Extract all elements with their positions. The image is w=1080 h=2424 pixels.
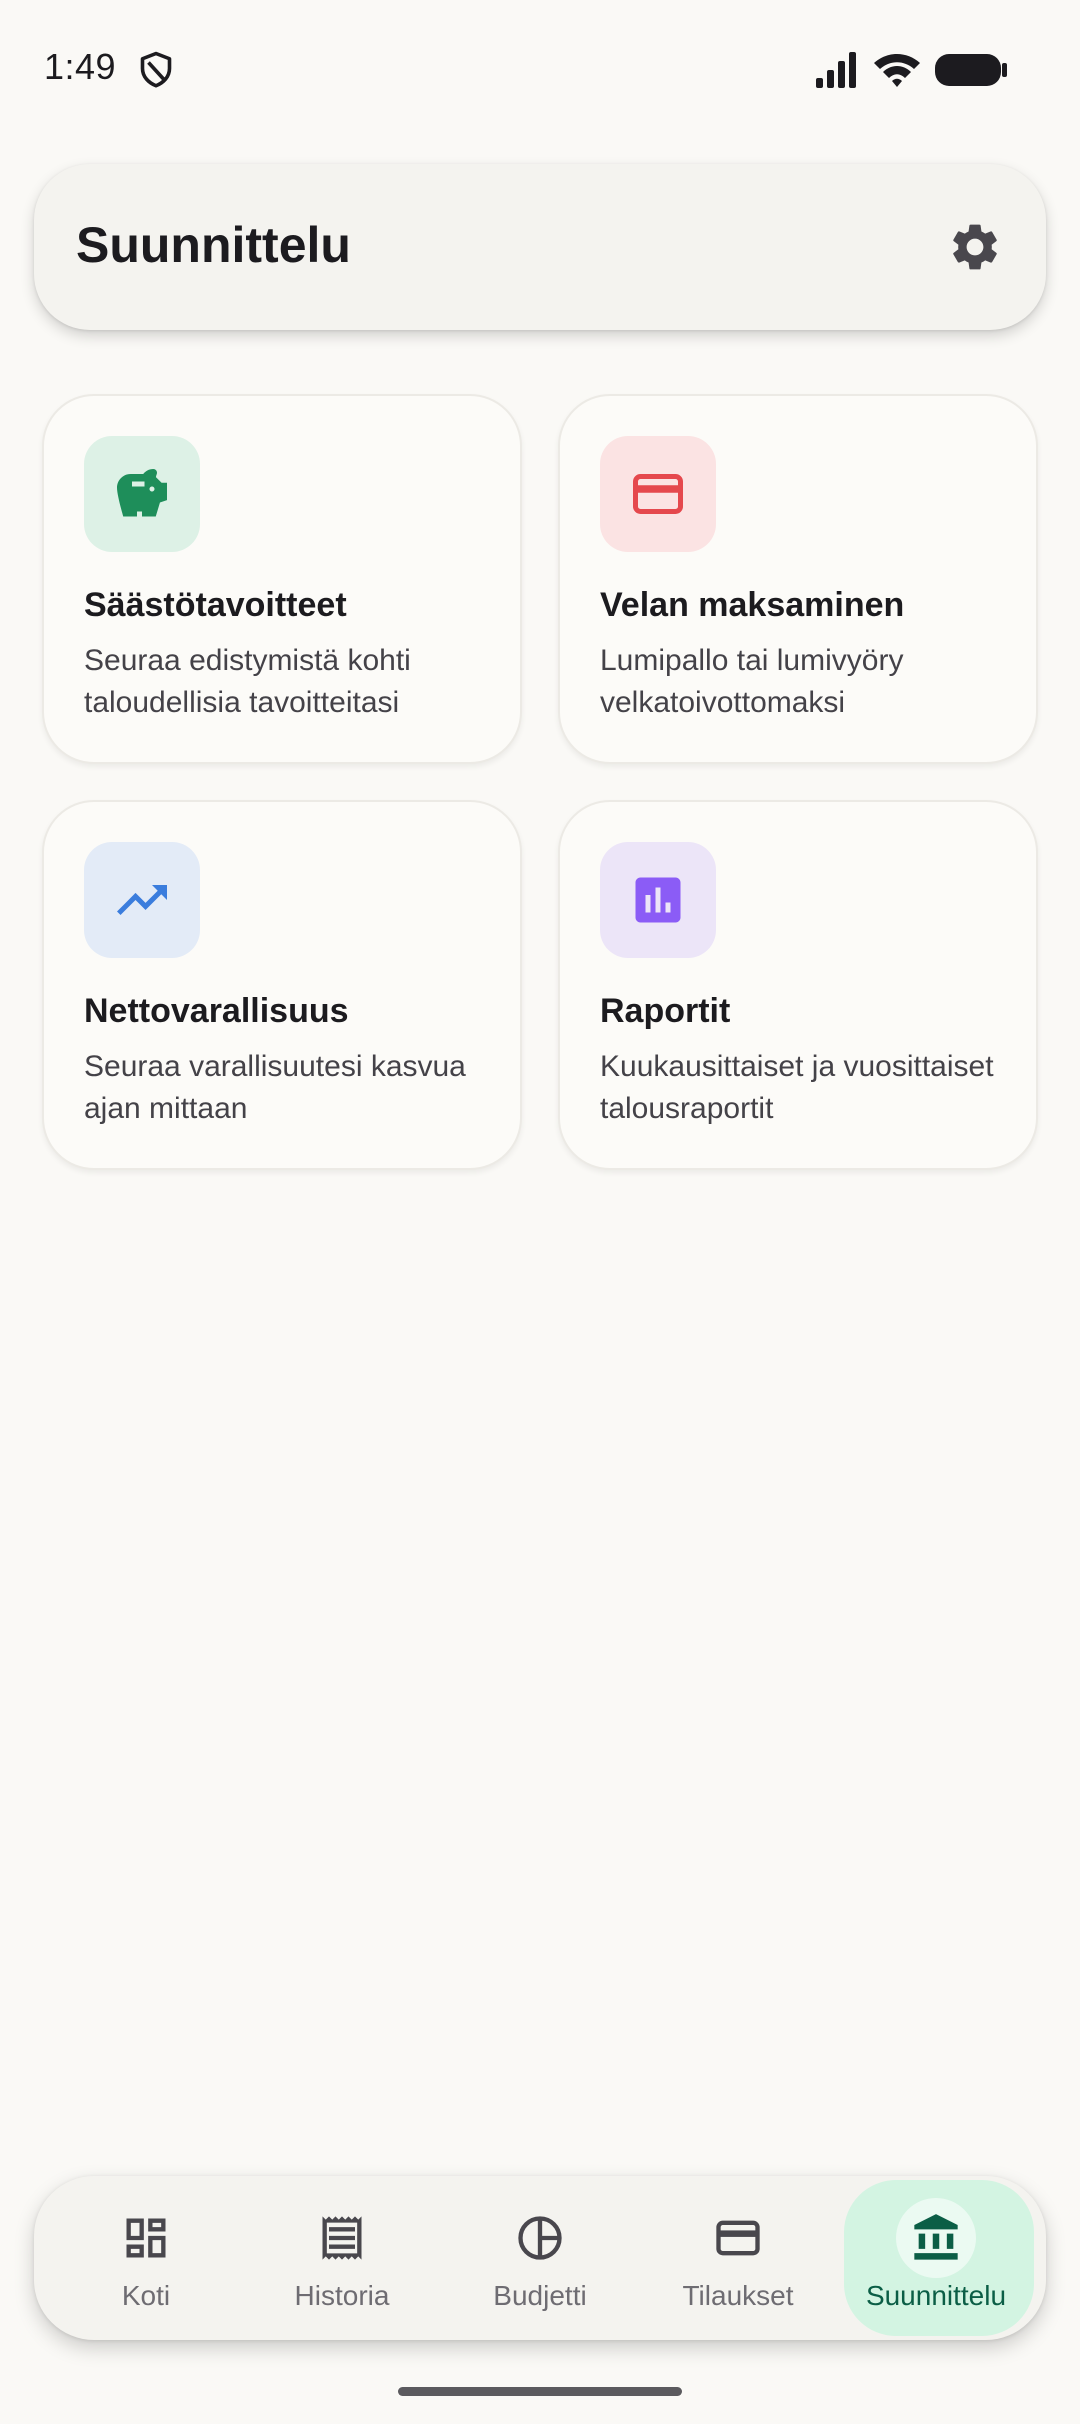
reports-card[interactable]: Raportit Kuukausittaiset ja vuosittaiset… (558, 800, 1038, 1170)
card-title: Raportit (600, 992, 731, 1030)
battery-icon (935, 54, 1007, 86)
status-time: 1:49 (44, 46, 117, 87)
nav-item-tilaukset[interactable]: Tilaukset (640, 2176, 836, 2340)
bar-chart-icon (635, 877, 681, 923)
nav-item-historia[interactable]: Historia (244, 2176, 440, 2340)
nav-item-budjetti[interactable]: Budjetti (442, 2176, 638, 2340)
card-title: Säästötavoitteet (84, 586, 347, 624)
debt-payoff-card[interactable]: Velan maksaminen Lumipallo tai lumivyöry… (558, 394, 1038, 764)
dashboard-icon (126, 2218, 166, 2258)
nav-item-suunnittelu[interactable]: Suunnittelu (838, 2176, 1034, 2340)
nav-label: Tilaukset (682, 2280, 794, 2311)
nav-label: Budjetti (493, 2280, 587, 2311)
status-bar: 1:49 (0, 0, 1080, 140)
card-description: Seuraa edistymistä kohti taloudellisia t… (84, 644, 411, 719)
bank-icon (914, 2214, 958, 2260)
nav-item-koti[interactable]: Koti (48, 2176, 244, 2340)
credit-card-icon (633, 474, 683, 514)
nav-label: Koti (121, 2280, 171, 2311)
bottom-navigation: Koti Historia Budjetti Tilaukset Suunnit… (34, 2176, 1046, 2340)
cell-signal-icon (816, 52, 856, 88)
shield-icon (140, 51, 172, 88)
card-title: Velan maksaminen (600, 586, 905, 624)
nav-label: Suunnittelu (865, 2280, 1007, 2311)
credit-card-icon (716, 2220, 760, 2256)
debt-icon-box (600, 436, 716, 552)
pie-chart-icon (518, 2216, 562, 2260)
page-title: Suunnittelu (76, 217, 351, 273)
gear-icon (953, 224, 997, 270)
net-worth-card[interactable]: Nettovarallisuus Seuraa varallisuutesi k… (42, 800, 522, 1170)
card-description: Lumipallo tai lumivyöry velkatoivottomak… (600, 644, 904, 719)
top-app-bar: Suunnittelu (34, 164, 1046, 330)
savings-goals-card[interactable]: Säästötavoitteet Seuraa edistymistä koht… (42, 394, 522, 764)
trending-up-icon (117, 885, 167, 915)
wifi-icon (874, 54, 920, 87)
reports-icon-box (600, 842, 716, 958)
piggy-bank-icon (117, 469, 167, 517)
planning-screen: 1:49 Suunnittelu Säästötavoitteet Seuraa… (0, 0, 1080, 2424)
card-description: Seuraa varallisuutesi kasvua ajan mittaa… (84, 1050, 466, 1125)
savings-icon-box (84, 436, 200, 552)
home-indicator[interactable] (398, 2387, 682, 2396)
settings-button[interactable] (942, 214, 1008, 280)
card-description: Kuukausittaiset ja vuosittaiset talousra… (600, 1050, 994, 1125)
nav-label: Historia (294, 2280, 390, 2311)
card-title: Nettovarallisuus (84, 992, 349, 1030)
receipt-icon (322, 2216, 362, 2260)
net-worth-icon-box (84, 842, 200, 958)
